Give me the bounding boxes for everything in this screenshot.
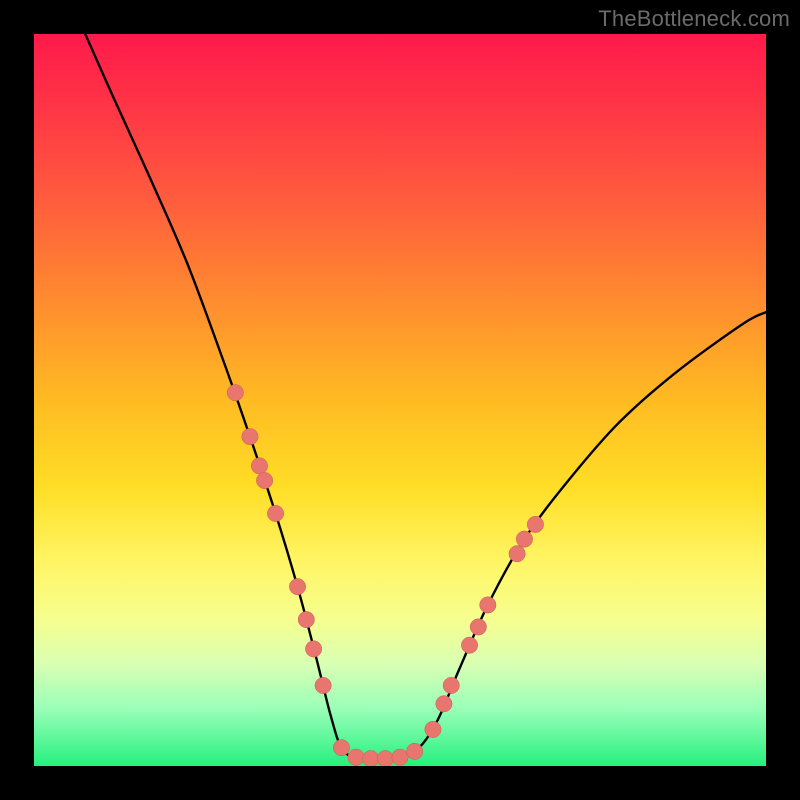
curve-marker (406, 743, 422, 759)
curve-marker (333, 740, 349, 756)
curve-marker (348, 749, 364, 765)
curve-marker (436, 696, 452, 712)
bottleneck-curve (85, 34, 766, 759)
curve-marker (480, 597, 496, 613)
watermark-text: TheBottleneck.com (598, 6, 790, 32)
curve-marker (289, 578, 305, 594)
curve-marker (305, 641, 321, 657)
curve-marker (242, 428, 258, 444)
curve-marker (227, 384, 243, 400)
curve-marker (363, 750, 379, 766)
curve-marker (527, 516, 543, 532)
curve-marker (392, 749, 408, 765)
curve-markers (227, 384, 544, 766)
curve-marker (516, 531, 532, 547)
curve-marker (251, 458, 267, 474)
curve-marker (509, 546, 525, 562)
curve-marker (461, 637, 477, 653)
curve-marker (443, 677, 459, 693)
plot-svg (34, 34, 766, 766)
curve-marker (298, 611, 314, 627)
curve-marker (470, 619, 486, 635)
curve-marker (267, 505, 283, 521)
chart-frame: TheBottleneck.com (0, 0, 800, 800)
plot-area (34, 34, 766, 766)
curve-marker (425, 721, 441, 737)
curve-marker (315, 677, 331, 693)
curve-marker (377, 750, 393, 766)
curve-marker (256, 472, 272, 488)
